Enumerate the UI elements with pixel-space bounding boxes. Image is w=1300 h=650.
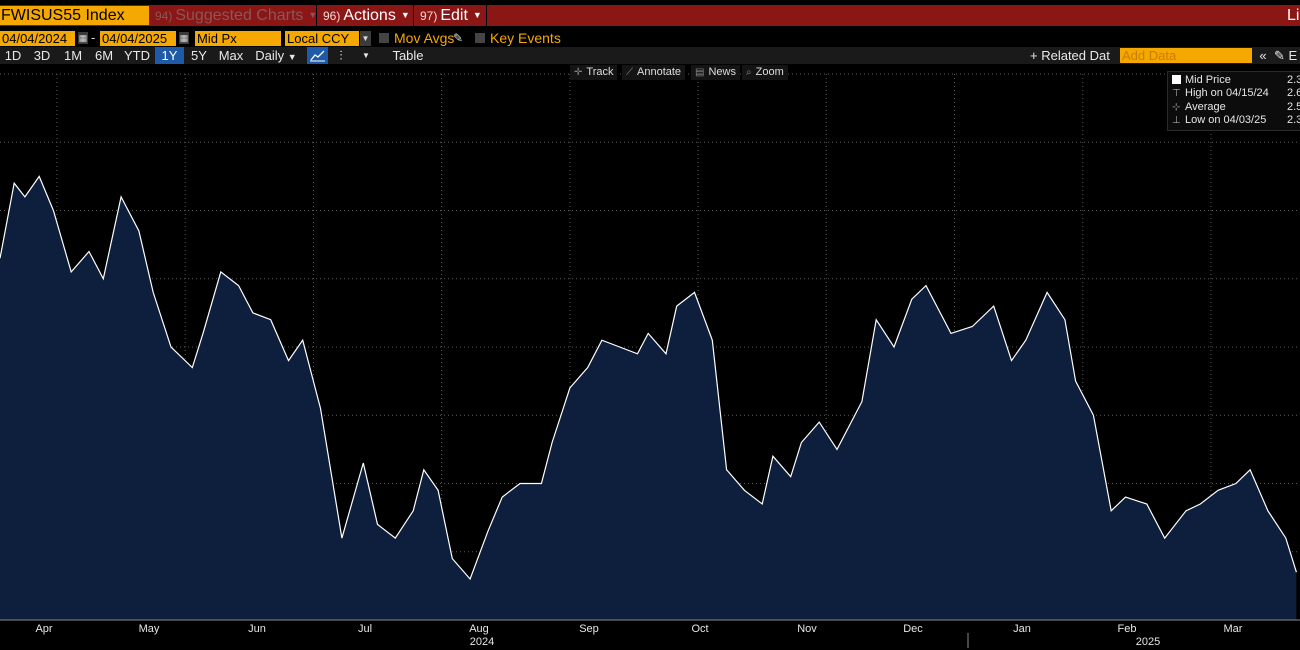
year-label: 2024: [469, 636, 495, 648]
legend-value: 2.3: [1287, 74, 1300, 86]
crosshair-icon: ✛: [574, 67, 583, 78]
legend-label: High on 04/15/24: [1185, 87, 1269, 99]
x-tick-label: Dec: [903, 623, 923, 635]
average-marker-icon: ⊹: [1172, 102, 1181, 113]
legend-average: ⊹ Average 2.5: [1172, 101, 1300, 114]
zoom-tool[interactable]: ⌕ Zoom: [742, 65, 788, 80]
legend-label: Low on 04/03/25: [1185, 114, 1267, 126]
chart-legend[interactable]: Mid Price 2.3 ⊤ High on 04/15/24 2.6 ⊹ Ave…: [1167, 71, 1300, 131]
legend-value: 2.5: [1287, 101, 1300, 113]
legend-label: Average: [1185, 101, 1226, 113]
x-tick-label: Sep: [579, 623, 599, 635]
legend-low: ⊥ Low on 04/03/25 2.3: [1172, 114, 1300, 127]
price-area: [0, 176, 1297, 620]
year-label: 2025: [1135, 636, 1161, 648]
x-tick-label: Oct: [691, 623, 709, 635]
legend-swatch: [1172, 75, 1181, 84]
x-tick-label: Jan: [1013, 623, 1031, 635]
x-tick-label: Apr: [35, 623, 53, 635]
x-tick-label: Jun: [248, 623, 266, 635]
price-chart[interactable]: [0, 0, 1300, 650]
annotate-icon: ⟋: [626, 67, 633, 78]
annotate-label: Annotate: [637, 66, 682, 78]
legend-mid-price: Mid Price 2.3: [1172, 74, 1300, 87]
x-tick-label: Nov: [797, 623, 817, 635]
track-tool[interactable]: ✛ Track: [570, 65, 618, 80]
news-icon: ▤: [695, 67, 705, 78]
legend-value: 2.6: [1287, 87, 1300, 99]
x-tick-label: Jul: [357, 623, 373, 635]
zoom-label: Zoom: [755, 66, 784, 78]
high-marker-icon: ⊤: [1172, 88, 1181, 99]
legend-label: Mid Price: [1185, 74, 1231, 86]
x-tick-label: May: [138, 623, 160, 635]
news-label: News: [708, 66, 736, 78]
x-tick-label: Feb: [1117, 623, 1137, 635]
x-tick-label: Mar: [1223, 623, 1243, 635]
legend-value: 2.3: [1287, 114, 1300, 126]
news-tool[interactable]: ▤ News: [691, 65, 740, 80]
x-tick-label: Aug: [469, 623, 489, 635]
legend-high: ⊤ High on 04/15/24 2.6: [1172, 87, 1300, 100]
low-marker-icon: ⊥: [1172, 115, 1181, 126]
annotate-tool[interactable]: ⟋ Annotate: [622, 65, 686, 80]
track-label: Track: [586, 66, 614, 78]
search-icon: ⌕: [746, 67, 752, 78]
